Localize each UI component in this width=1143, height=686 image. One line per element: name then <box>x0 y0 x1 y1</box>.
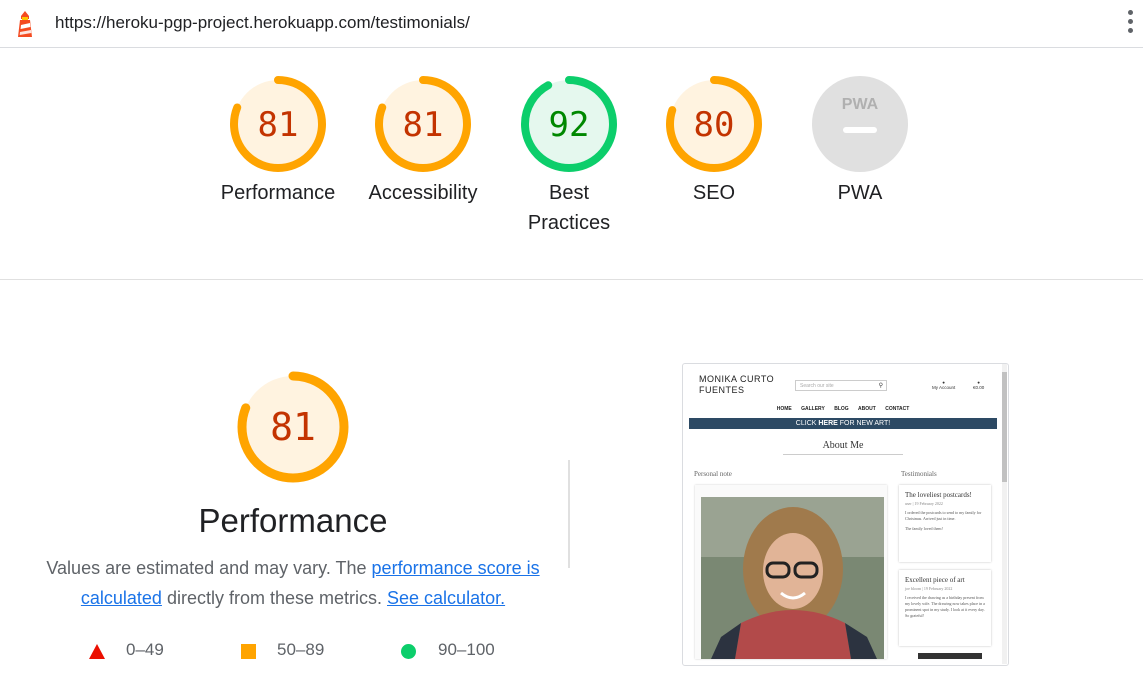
legend-range: 50–89 <box>277 640 325 659</box>
add-testimonial-button <box>918 653 982 659</box>
gauge-label: Best Practices <box>496 178 642 238</box>
divider <box>568 460 570 568</box>
address-bar: https://heroku-pgp-project.herokuapp.com… <box>0 0 1143 48</box>
testimonial-card: The loveliest postcards! user | 19 Febru… <box>899 485 991 562</box>
nav-item: GALLERY <box>801 406 825 412</box>
gauge-label: Accessibility <box>368 182 478 204</box>
pwa-badge-icon: PWA <box>812 76 908 172</box>
gauge-best-practices[interactable]: 92 Best Practices <box>496 76 642 238</box>
search-icon: ⚲ <box>878 383 883 389</box>
desc-mid: directly from these metrics. <box>161 588 388 608</box>
gauge-ring-best-practices: 92 <box>521 76 617 172</box>
gauge-pwa[interactable]: PWA PWA <box>787 76 933 208</box>
more-vert-icon[interactable] <box>1124 10 1136 38</box>
calculator-link[interactable]: See calculator. <box>387 588 505 608</box>
nav-item: CONTACT <box>885 406 910 412</box>
brand-line1: MONIKA CURTO <box>699 374 775 384</box>
gauge-score: 92 <box>549 105 590 145</box>
circle-icon <box>401 644 416 659</box>
lighthouse-icon[interactable] <box>14 10 36 38</box>
gauge-accessibility[interactable]: 81 Accessibility <box>350 76 496 208</box>
gauge-ring-accessibility: 81 <box>375 76 471 172</box>
gauge-label: PWA <box>837 182 883 204</box>
site-brand: MONIKA CURTO FUENTES <box>699 374 774 396</box>
testimonial-meta: joe bloom | 19 February 2022 <box>905 586 953 591</box>
legend-fail: 0–49 <box>89 640 164 660</box>
final-screenshot[interactable]: MONIKA CURTO FUENTES Search our site ⚲ ●… <box>682 363 1009 666</box>
score-gauges: 81 Performance 81 Accessibility 92 Best … <box>0 47 1143 280</box>
site-nav: HOME GALLERY BLOG ABOUT CONTACT <box>689 406 997 412</box>
performance-description: Values are estimated and may vary. The p… <box>45 553 541 613</box>
cart-link: ● €0.00 <box>973 380 984 390</box>
gauge-score: 80 <box>694 105 735 145</box>
testimonials-label: Testimonials <box>901 470 937 478</box>
gauge-label: Performance <box>220 182 336 204</box>
brand-line2: FUENTES <box>699 385 745 395</box>
site-banner: CLICK HERE FOR NEW ART! <box>689 418 997 429</box>
portrait-image <box>701 497 884 659</box>
performance-gauge: 81 <box>237 371 349 483</box>
legend-average: 50–89 <box>241 640 324 660</box>
site-heading: About Me <box>822 440 864 451</box>
testimonial-card: Excellent piece of art joe bloom | 19 Fe… <box>899 570 991 646</box>
gauge-label-line2: Practices <box>527 212 611 234</box>
desc-prefix: Values are estimated and may vary. The <box>46 558 372 578</box>
performance-title: Performance <box>198 502 388 539</box>
banner-pre: CLICK <box>795 420 819 427</box>
account-link: ● My Account <box>932 380 955 390</box>
search-placeholder: Search our site <box>800 383 834 389</box>
banner-post: FOR NEW ART! <box>837 420 891 427</box>
testimonial-body: The family loved them! <box>905 526 943 531</box>
portrait-card <box>695 485 887 659</box>
portrait-photo <box>701 497 884 659</box>
gauge-ring-seo: 80 <box>666 76 762 172</box>
gauge-ring-performance: 81 <box>230 76 326 172</box>
pwa-badge-text: PWA <box>842 96 879 113</box>
testimonial-body: I ordered the postcards to send to my fa… <box>905 510 982 521</box>
gauge-label-line1: Best <box>548 182 590 204</box>
triangle-icon <box>89 644 105 659</box>
nav-item: ABOUT <box>858 406 876 412</box>
legend-range: 90–100 <box>438 640 495 659</box>
testimonial-title: Excellent piece of art <box>905 576 965 584</box>
nav-item: HOME <box>776 406 792 412</box>
gauge-score: 81 <box>403 105 444 145</box>
account-label: My Account <box>932 385 956 390</box>
testimonial-meta: user | 19 February 2022 <box>905 501 943 506</box>
legend-pass: 90–100 <box>401 640 495 660</box>
gauge-label: SEO <box>692 182 736 204</box>
performance-score: 81 <box>270 405 316 449</box>
url-text[interactable]: https://heroku-pgp-project.herokuapp.com… <box>55 13 470 33</box>
cart-label: €0.00 <box>973 385 985 390</box>
testimonial-title: The loveliest postcards! <box>905 491 972 499</box>
heading-rule <box>783 454 903 455</box>
gauge-seo[interactable]: 80 SEO <box>641 76 787 208</box>
screenshot-scroll-thumb <box>1002 372 1007 482</box>
testimonial-body: I received the drawing as a birthday pre… <box>905 595 985 618</box>
screenshot-page: MONIKA CURTO FUENTES Search our site ⚲ ●… <box>689 364 1007 664</box>
gauge-score: 81 <box>258 105 299 145</box>
square-icon <box>241 644 256 659</box>
legend-range: 0–49 <box>126 640 164 659</box>
gauge-performance[interactable]: 81 Performance <box>205 76 351 208</box>
nav-item: BLOG <box>834 406 849 412</box>
banner-bold: HERE <box>818 420 838 427</box>
site-search-input: Search our site ⚲ <box>795 380 887 391</box>
personal-note-label: Personal note <box>694 470 732 478</box>
